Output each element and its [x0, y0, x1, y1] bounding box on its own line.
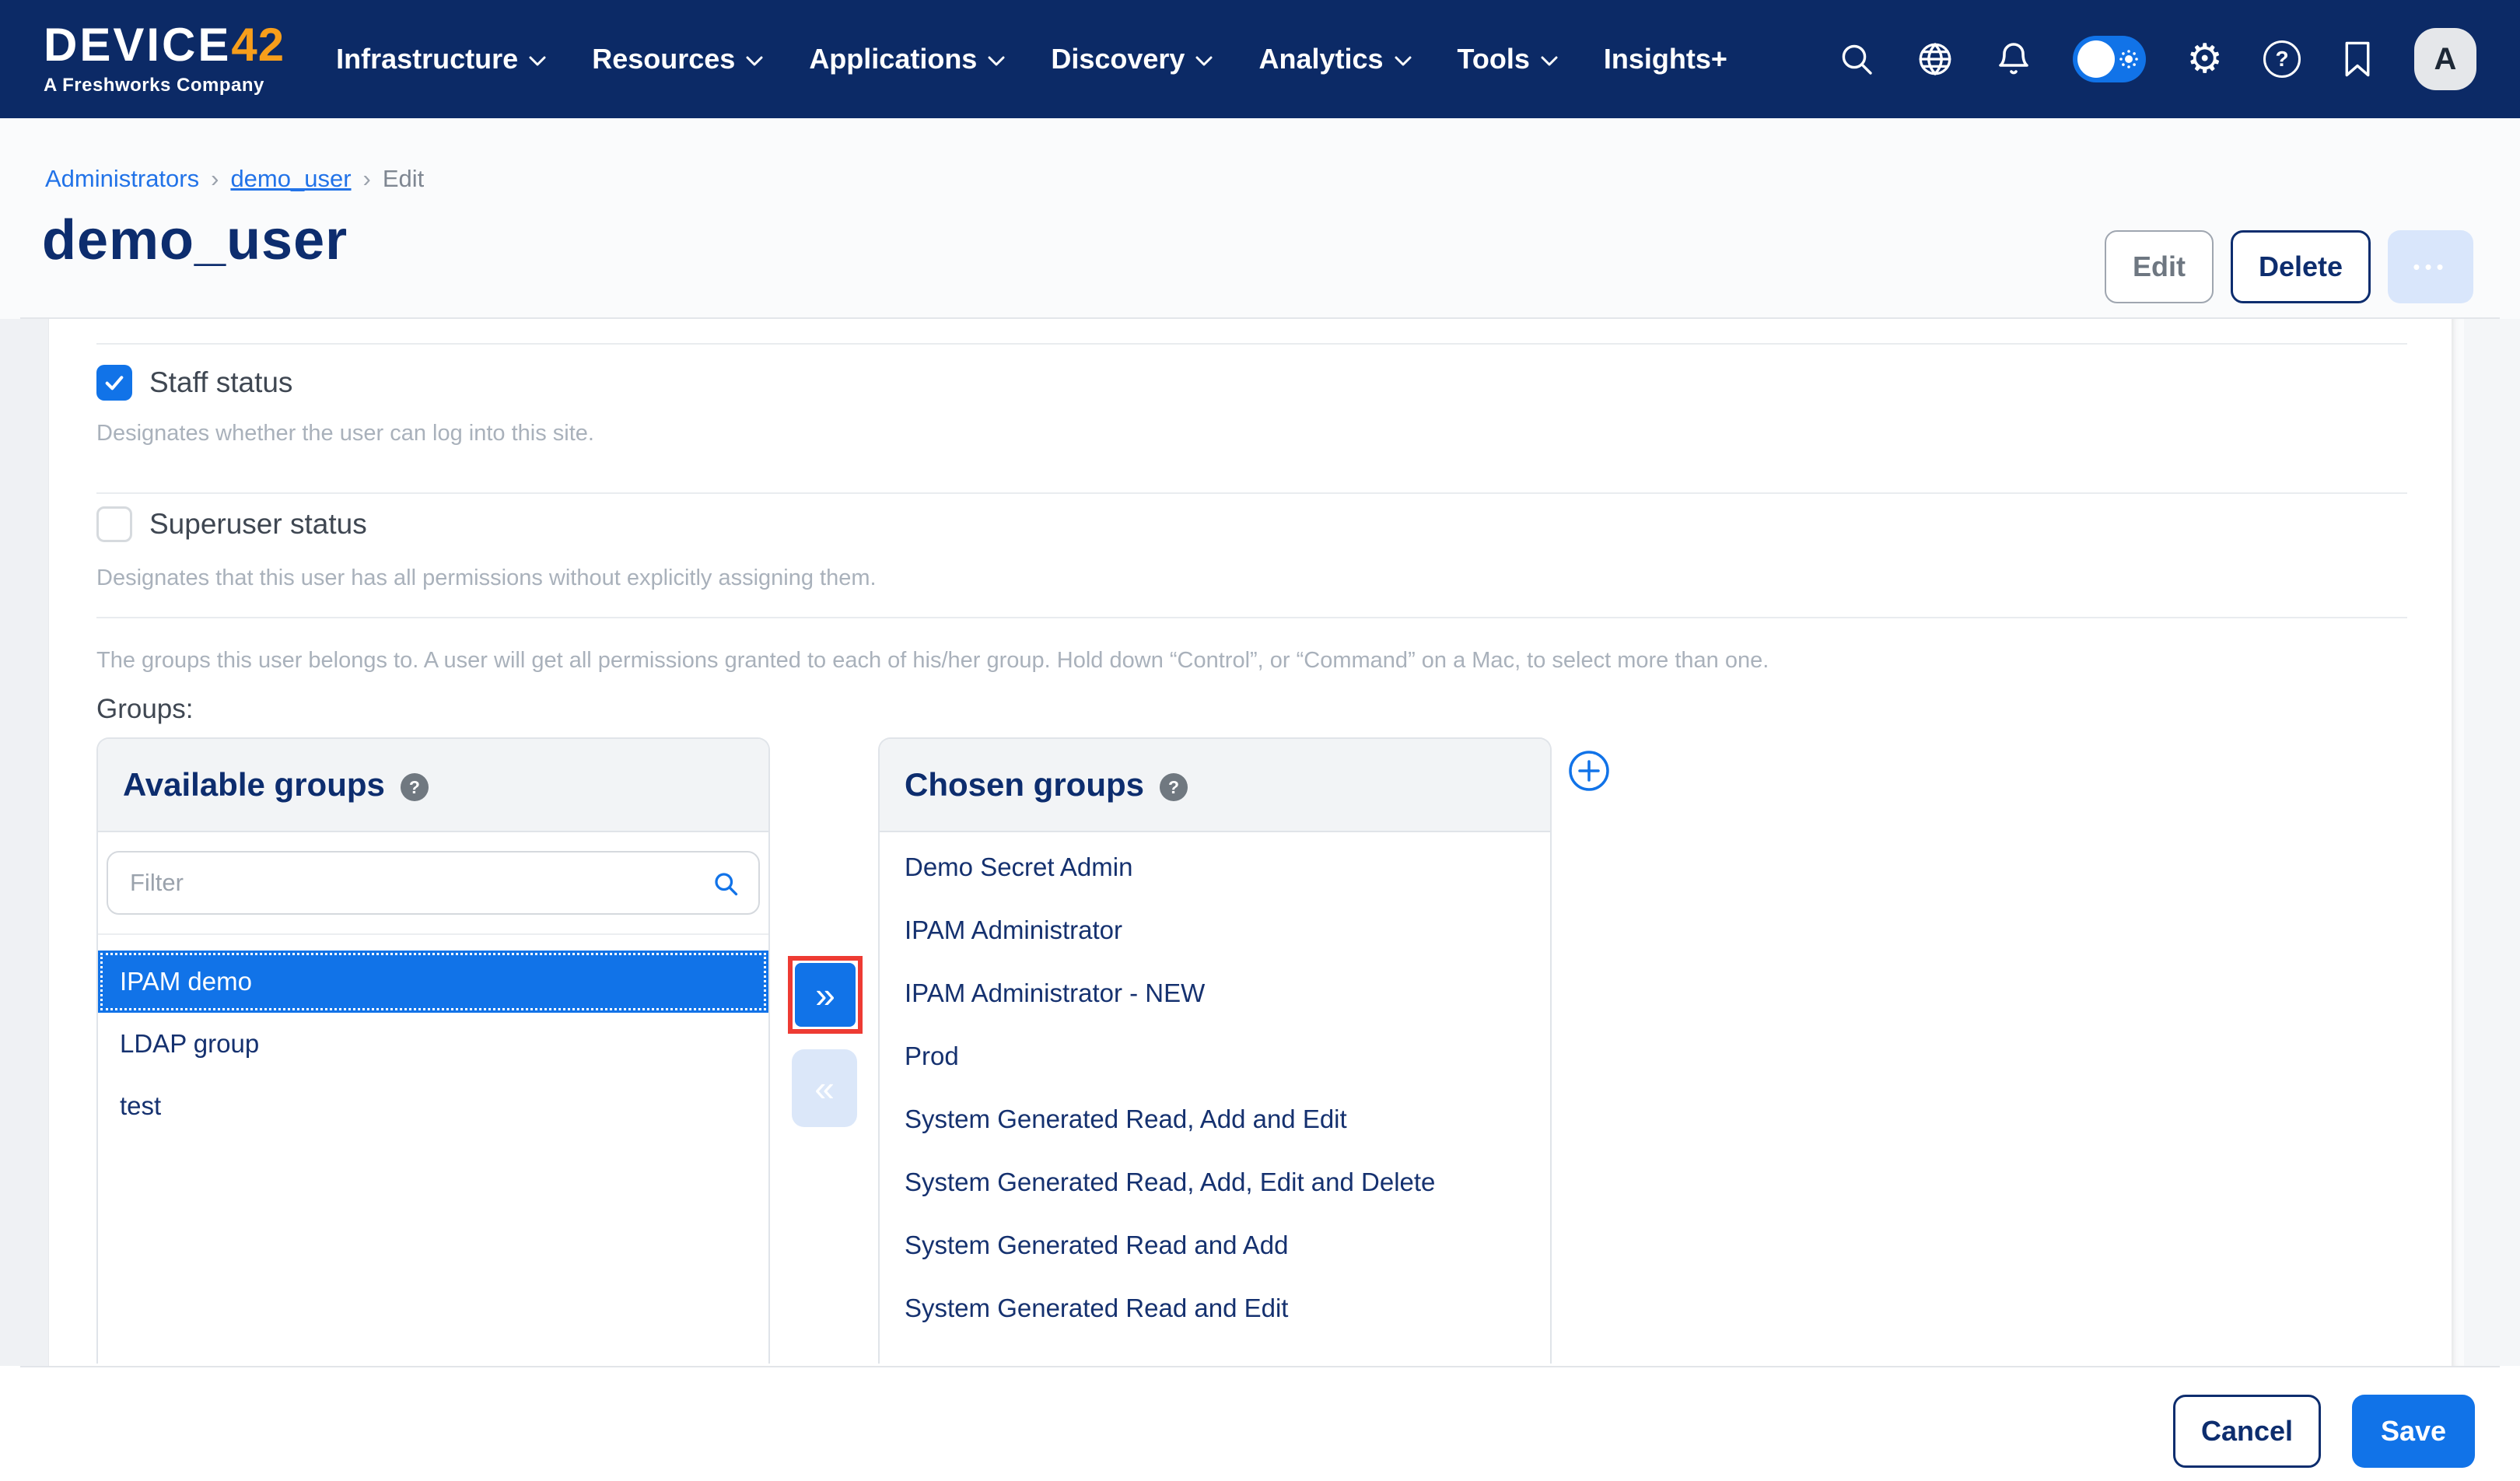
chevron-down-icon [745, 55, 764, 67]
groups-label: Groups: [96, 694, 2407, 725]
add-group-button[interactable] [1567, 749, 1611, 793]
logo-name: DEVICE [44, 22, 231, 68]
globe-icon[interactable] [1916, 40, 1955, 79]
chosen-groups-list: Demo Secret Admin IPAM Administrator IPA… [880, 832, 1550, 1339]
available-groups-title: Available groups [123, 766, 385, 804]
chosen-group-option[interactable]: Demo Secret Admin [880, 835, 1550, 898]
chosen-group-option[interactable]: Prod [880, 1024, 1550, 1087]
chosen-group-option[interactable]: System Generated Read, Add, Edit and Del… [880, 1150, 1550, 1213]
chevron-down-icon [1394, 55, 1412, 67]
bookmark-icon[interactable] [2341, 40, 2374, 78]
toggle-knob-icon [2077, 40, 2115, 78]
superuser-status-help: Designates that this user has all permis… [96, 565, 2407, 591]
available-group-option[interactable]: LDAP group [98, 1013, 768, 1075]
move-to-available-button[interactable]: « [792, 1049, 857, 1127]
filter-section [98, 832, 768, 935]
topbar-icons: ⚙ ? A [1838, 28, 2476, 90]
screen: DEVICE42 A Freshworks Company Infrastruc… [0, 0, 2520, 1481]
logo-tagline: A Freshworks Company [44, 75, 285, 96]
chevron-down-icon [1195, 55, 1213, 67]
edit-button[interactable]: Edit [2105, 230, 2214, 303]
available-group-option[interactable]: test [98, 1075, 768, 1137]
available-groups-list: IPAM demo LDAP group test [98, 935, 768, 1137]
device42-logo[interactable]: DEVICE42 A Freshworks Company [44, 22, 285, 96]
superuser-status-checkbox[interactable] [96, 506, 132, 542]
main-nav: Infrastructure Resources Applications Di… [336, 43, 1727, 75]
nav-menu-item[interactable]: Tools [1458, 43, 1559, 75]
help-icon[interactable]: ? [2263, 40, 2301, 78]
breadcrumb-separator: › [363, 165, 371, 193]
sun-icon [2118, 48, 2140, 70]
nav-menu-item[interactable]: Insights+ [1604, 43, 1727, 75]
chosen-groups-help-icon[interactable]: ? [1160, 773, 1188, 801]
breadcrumb: Administrators › demo_user › Edit [45, 165, 424, 193]
nav-menu-item[interactable]: Discovery [1051, 43, 1213, 75]
staff-status-checkbox[interactable] [96, 365, 132, 401]
click-target-annotation: » [788, 956, 863, 1034]
cancel-button[interactable]: Cancel [2173, 1395, 2321, 1468]
page-actions: Edit Delete ••• [2105, 230, 2473, 303]
groups-transfer-widget: Available groups ? IPAM demo [49, 737, 2407, 1364]
search-icon[interactable] [1838, 40, 1875, 78]
filter-search-icon[interactable] [712, 870, 740, 902]
available-group-option[interactable]: IPAM demo [98, 951, 768, 1013]
user-form-card: Staff status Designates whether the user… [48, 319, 2452, 1366]
gear-icon[interactable]: ⚙ [2186, 39, 2223, 79]
avatar[interactable]: A [2414, 28, 2476, 90]
breadcrumb-demo-user[interactable]: demo_user [230, 165, 351, 193]
form-footer: Cancel Save [0, 1366, 2520, 1481]
logo-number: 42 [231, 22, 285, 68]
nav-menu-item[interactable]: Applications [809, 43, 1006, 75]
staff-status-help: Designates whether the user can log into… [96, 421, 2407, 446]
breadcrumb-administrators[interactable]: Administrators [45, 165, 199, 193]
chosen-group-option[interactable]: System Generated Read, Add and Edit [880, 1087, 1550, 1150]
staff-status-row[interactable]: Staff status [96, 365, 292, 401]
chosen-group-option[interactable]: IPAM Administrator [880, 898, 1550, 961]
footer-actions: Cancel Save [2173, 1395, 2475, 1468]
superuser-status-section: Superuser status Designates that this us… [96, 494, 2407, 618]
groups-section: The groups this user belongs to. A user … [96, 618, 2407, 1364]
save-button[interactable]: Save [2352, 1395, 2475, 1468]
nav-menu-item[interactable]: Analytics [1258, 43, 1412, 75]
theme-toggle[interactable] [2073, 36, 2146, 82]
breadcrumb-current: Edit [383, 165, 424, 193]
filter-input[interactable] [107, 851, 760, 915]
staff-status-label: Staff status [149, 366, 292, 399]
available-groups-panel: Available groups ? IPAM demo [96, 737, 770, 1364]
logo-wordmark: DEVICE42 [44, 22, 285, 68]
delete-button[interactable]: Delete [2231, 230, 2371, 303]
breadcrumb-separator: › [211, 165, 219, 193]
page-title: demo_user [42, 208, 348, 272]
chevron-down-icon [528, 55, 547, 67]
move-to-chosen-button[interactable]: » [795, 963, 856, 1027]
viewport-right-margin [2464, 319, 2520, 1366]
superuser-status-label: Superuser status [149, 508, 367, 541]
superuser-status-row[interactable]: Superuser status [96, 506, 367, 542]
chevron-down-icon [1540, 55, 1559, 67]
chosen-groups-header: Chosen groups ? [880, 739, 1550, 832]
staff-status-section: Staff status Designates whether the user… [96, 343, 2407, 494]
chosen-group-option[interactable]: System Generated Read and Edit [880, 1276, 1550, 1339]
chosen-groups-panel: Chosen groups ? Demo Secret Admin IPAM A… [878, 737, 1552, 1364]
nav-menu-item[interactable]: Resources [592, 43, 764, 75]
avatar-initial: A [2434, 42, 2457, 77]
vertical-scrollbar[interactable] [2452, 319, 2464, 1366]
nav-menu-item[interactable]: Infrastructure [336, 43, 547, 75]
help-glyph: ? [2275, 47, 2288, 72]
groups-help-text: The groups this user belongs to. A user … [96, 648, 2407, 674]
chosen-groups-title: Chosen groups [905, 766, 1144, 804]
footer-divider [20, 1366, 2500, 1367]
available-groups-header: Available groups ? [98, 739, 768, 832]
top-navbar: DEVICE42 A Freshworks Company Infrastruc… [0, 0, 2520, 118]
checkmark-icon [102, 370, 127, 395]
more-actions-button[interactable]: ••• [2388, 230, 2473, 303]
available-groups-help-icon[interactable]: ? [401, 773, 429, 801]
chosen-group-option[interactable]: IPAM Administrator - NEW [880, 961, 1550, 1024]
viewport-left-margin [0, 319, 48, 1366]
chevron-down-icon [987, 55, 1006, 67]
chosen-group-option[interactable]: System Generated Read and Add [880, 1213, 1550, 1276]
bell-icon[interactable] [1995, 40, 2032, 78]
